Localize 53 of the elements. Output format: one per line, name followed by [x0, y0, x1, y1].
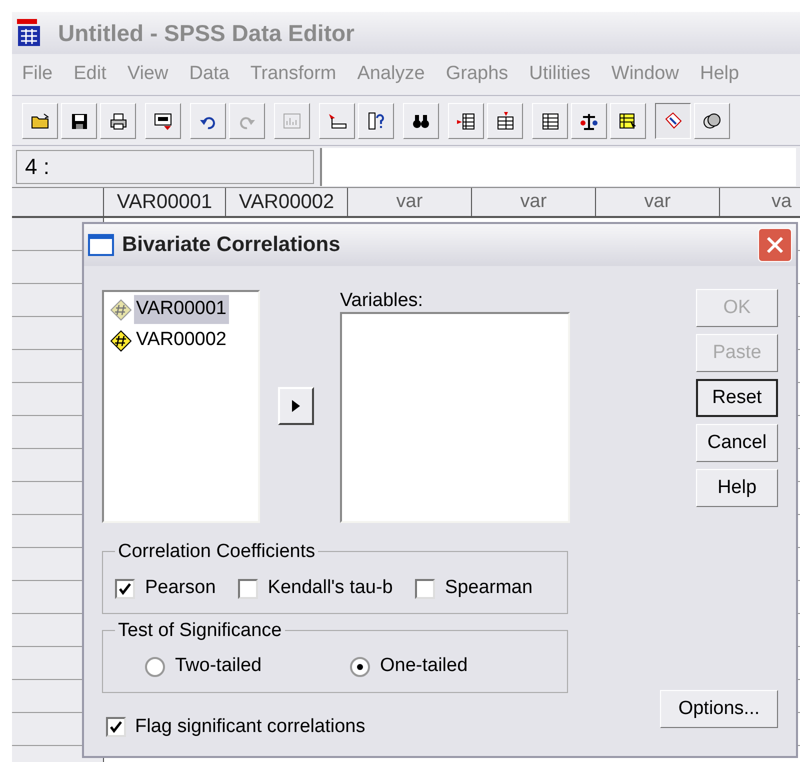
table-icon [540, 110, 560, 130]
checkbox[interactable] [238, 578, 258, 598]
radio-label: Two-tailed [175, 654, 262, 678]
variable-list-item[interactable]: VAR00002 [134, 326, 228, 355]
check-mark-icon [118, 582, 132, 596]
source-variable-list[interactable]: VAR00001 VAR00002 [102, 290, 260, 523]
variables-label: Variables: [340, 290, 424, 312]
window-title: Untitled - SPSS Data Editor [58, 18, 354, 48]
cell-reference-field: 4 : [16, 150, 314, 184]
menu-item[interactable]: Utilities [529, 60, 590, 89]
move-right-button[interactable] [278, 387, 314, 425]
variable-list-item[interactable]: VAR00001 [134, 295, 228, 324]
scale-variable-icon [110, 298, 132, 320]
menu-item[interactable]: Edit [74, 60, 106, 89]
menu-item[interactable]: Graphs [446, 60, 508, 89]
monitor-icon [153, 110, 173, 130]
chart-icon [282, 110, 302, 130]
menu-item[interactable]: Data [189, 60, 230, 89]
cell-value-field[interactable] [320, 148, 796, 186]
dialog-button[interactable]: Cancel [696, 424, 778, 462]
menu-item[interactable]: Analyze [357, 60, 425, 89]
close-button[interactable] [758, 228, 792, 262]
right-triangle-icon [292, 400, 300, 412]
question-mark-icon [366, 110, 386, 130]
dialog-title: Bivariate Correlations [122, 232, 340, 258]
checkbox[interactable] [115, 578, 135, 598]
folder-icon [30, 110, 50, 130]
radio-label: One-tailed [380, 654, 468, 678]
dialog-button[interactable]: Help [696, 469, 778, 507]
menu-item[interactable]: Help [700, 60, 740, 89]
insert-row-icon [495, 110, 515, 130]
checkbox-label: Flag significant correlations [135, 715, 366, 739]
menu-item[interactable]: View [127, 60, 168, 89]
checkbox-label: Pearson [145, 576, 216, 600]
window-icon [88, 234, 114, 256]
radio-button[interactable] [350, 656, 370, 676]
options-button[interactable]: Options... [660, 690, 778, 728]
grid-cursor-icon [618, 110, 638, 130]
menu-item[interactable]: Transform [250, 60, 336, 89]
check-mark-icon [109, 720, 123, 734]
checkbox[interactable] [414, 578, 435, 598]
close-icon [766, 236, 784, 254]
menu-item[interactable]: File [22, 60, 53, 89]
scale-variable-icon [110, 330, 132, 352]
radio-button[interactable] [145, 656, 165, 676]
printer-icon [108, 110, 128, 130]
checkbox[interactable] [106, 717, 126, 738]
checkbox-label: Kendall's tau-b [268, 576, 393, 600]
checkbox-label: Spearman [444, 576, 533, 600]
menu-item[interactable]: Window [611, 60, 679, 89]
circles-icon [702, 110, 722, 130]
dialog-button[interactable]: Reset [696, 379, 778, 417]
insert-column-icon [456, 110, 476, 130]
